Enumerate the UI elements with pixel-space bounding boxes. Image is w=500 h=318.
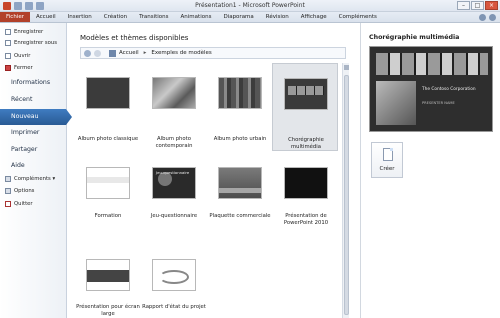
templates-scrollbar[interactable]: [342, 63, 349, 318]
minimize-ribbon-icon[interactable]: [479, 14, 486, 21]
help-icon[interactable]: [489, 14, 496, 21]
template-label: Rapport d'état du projet: [142, 304, 206, 310]
nav-cmd-ouvrir[interactable]: Ouvrir: [5, 51, 31, 61]
tab-fichier[interactable]: Fichier: [0, 12, 30, 22]
template-thumbnail: [86, 77, 130, 109]
preview-pane: Chorégraphie multimédia The Contoso Corp…: [360, 23, 500, 318]
minimize-button[interactable]: –: [457, 1, 470, 10]
template-label: Album photo classique: [77, 136, 139, 142]
tab-accueil[interactable]: Accueil: [30, 12, 62, 22]
nav-cmd-label: Enregistrer sous: [14, 40, 57, 46]
template-plaquette-commerciale[interactable]: Plaquette commerciale: [207, 163, 273, 243]
open-icon: [5, 53, 11, 59]
template-label: Album photo urbain: [213, 136, 267, 142]
options-icon: [5, 188, 11, 194]
preview-slide-subtitle: PRESENTER NAME: [422, 101, 455, 105]
thumbnail-text: Jeu-questionnaire: [156, 170, 190, 175]
template-thumbnail: [86, 167, 130, 199]
template-preview-image: The Contoso Corporation PRESENTER NAME: [369, 46, 493, 132]
nav-item-nouveau[interactable]: Nouveau: [0, 109, 72, 125]
nav-cmd-enregistrer-sous[interactable]: Enregistrer sous: [5, 38, 57, 48]
close-window-button[interactable]: ×: [485, 1, 498, 10]
title-bar: Présentation1 - Microsoft PowerPoint – □…: [0, 0, 500, 12]
scroll-up-arrow-icon[interactable]: [344, 65, 349, 70]
preview-title: Chorégraphie multimédia: [369, 34, 460, 41]
create-button-label: Créer: [379, 166, 395, 172]
nav-cmd-label: Quitter: [14, 201, 33, 207]
tab-complements[interactable]: Compléments: [333, 12, 383, 22]
close-doc-icon: [5, 65, 11, 71]
template-thumbnail: [218, 167, 262, 199]
template-presentation-ecran-large[interactable]: Présentation pour écran large: [75, 255, 141, 318]
template-thumbnail: [284, 78, 328, 110]
ribbon-right-controls: [479, 14, 496, 21]
template-formation[interactable]: Formation: [75, 163, 141, 243]
template-label: Album photo contemporain: [155, 136, 193, 149]
addins-icon: [5, 176, 11, 182]
breadcrumb-separator: ▸: [143, 50, 147, 56]
template-label: Jeu-questionnaire: [150, 213, 198, 219]
nav-cmd-label: Enregistrer: [14, 29, 44, 35]
template-album-photo-urbain[interactable]: Album photo urbain: [207, 73, 273, 153]
breadcrumb-current: Exemples de modèles: [151, 50, 212, 56]
template-label: Chorégraphie multimédia: [288, 137, 324, 150]
template-jeu-questionnaire[interactable]: Jeu-questionnaire Jeu-questionnaire: [141, 163, 207, 243]
backstage-nav: Enregistrer Enregistrer sous Ouvrir Ferm…: [0, 23, 72, 318]
tab-animations[interactable]: Animations: [175, 12, 218, 22]
nav-item-informations[interactable]: Informations: [0, 75, 66, 91]
template-thumbnail: [152, 77, 196, 109]
nav-cmd-complements[interactable]: Compléments ▾: [5, 174, 55, 184]
template-thumbnail: [284, 167, 328, 199]
template-label: Plaquette commerciale: [209, 213, 271, 219]
ribbon-tabs: Fichier Accueil Insertion Création Trans…: [0, 12, 500, 23]
template-thumbnail: Jeu-questionnaire: [152, 167, 196, 199]
tab-diaporama[interactable]: Diaporama: [217, 12, 259, 22]
window-controls: – □ ×: [457, 1, 498, 10]
nav-cmd-label: Ouvrir: [14, 53, 31, 59]
page-title: Modèles et thèmes disponibles: [80, 34, 189, 42]
template-thumbnail: [152, 259, 196, 291]
nav-item-recent[interactable]: Récent: [0, 92, 66, 108]
nav-cmd-label: Compléments ▾: [14, 176, 56, 182]
tab-transitions[interactable]: Transitions: [133, 12, 174, 22]
nav-cmd-label: Fermer: [14, 65, 33, 71]
nav-item-imprimer[interactable]: Imprimer: [0, 125, 66, 141]
template-thumbnail: [86, 259, 130, 291]
tab-affichage[interactable]: Affichage: [295, 12, 333, 22]
home-icon[interactable]: [109, 49, 116, 57]
template-thumbnail: [218, 77, 262, 109]
back-arrow-icon[interactable]: [84, 49, 91, 57]
save-as-icon: [5, 40, 11, 46]
window-title: Présentation1 - Microsoft PowerPoint: [195, 2, 305, 9]
breadcrumb-home[interactable]: Accueil: [119, 50, 139, 56]
create-button[interactable]: Créer: [371, 142, 403, 178]
save-icon: [5, 29, 11, 35]
maximize-button[interactable]: □: [471, 1, 484, 10]
template-album-photo-classique[interactable]: Album photo classique: [75, 73, 141, 153]
nav-item-aide[interactable]: Aide: [0, 158, 66, 174]
tab-revision[interactable]: Révision: [260, 12, 295, 22]
tab-insertion[interactable]: Insertion: [62, 12, 98, 22]
nav-cmd-enregistrer[interactable]: Enregistrer: [5, 27, 43, 37]
breadcrumb: Accueil ▸ Exemples de modèles: [80, 47, 346, 59]
template-choregraphie-multimedia[interactable]: Chorégraphie multimédia: [272, 63, 338, 151]
template-label: Présentation pour écran large: [76, 304, 140, 317]
nav-cmd-fermer[interactable]: Fermer: [5, 63, 33, 73]
preview-slide-title: The Contoso Corporation: [422, 87, 476, 92]
template-album-photo-contemporain[interactable]: Album photo contemporain: [141, 73, 207, 153]
templates-area: Modèles et thèmes disponibles Accueil ▸ …: [73, 23, 353, 318]
scroll-thumb[interactable]: [344, 75, 349, 315]
nav-cmd-label: Options: [14, 188, 35, 194]
template-label: Présentation de PowerPoint 2010: [283, 213, 329, 226]
nav-cmd-quitter[interactable]: Quitter: [5, 199, 33, 209]
template-rapport-etat-projet[interactable]: Rapport d'état du projet: [141, 255, 207, 318]
template-presentation-powerpoint-2010[interactable]: Présentation de PowerPoint 2010: [273, 163, 339, 243]
nav-cmd-options[interactable]: Options: [5, 186, 34, 196]
nav-item-partager[interactable]: Partager: [0, 142, 66, 158]
template-label: Formation: [94, 213, 122, 219]
forward-arrow-icon[interactable]: [94, 49, 101, 57]
tab-creation[interactable]: Création: [98, 12, 133, 22]
exit-icon: [5, 201, 11, 207]
new-document-icon: [383, 148, 393, 161]
